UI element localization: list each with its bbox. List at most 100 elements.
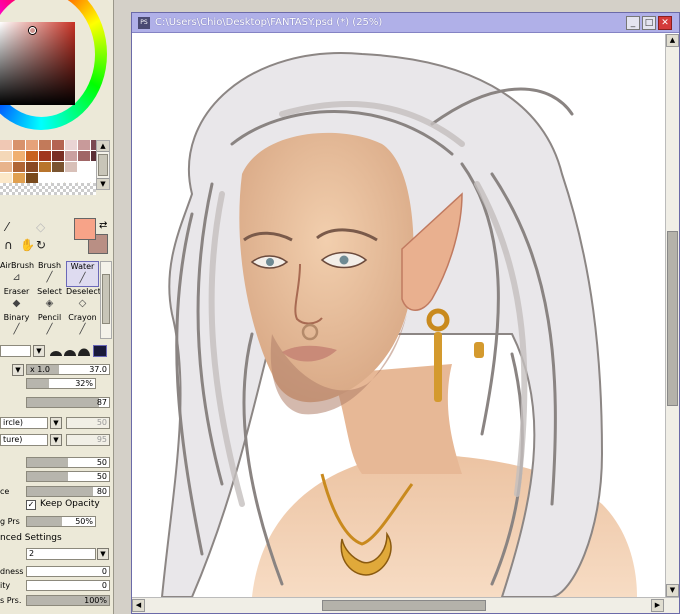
color-swatch[interactable] xyxy=(0,162,12,172)
scroll-up-icon[interactable]: ▲ xyxy=(666,34,679,47)
soft-edge-icon[interactable] xyxy=(78,348,90,356)
brush-tool-airbrush[interactable]: AirBrush ⊿ xyxy=(0,261,34,287)
brush-tool-binary[interactable]: Binary ╱ xyxy=(0,313,33,339)
color-swatch[interactable] xyxy=(78,140,90,150)
vertical-scroll-thumb[interactable] xyxy=(667,231,678,406)
square-edge-icon[interactable] xyxy=(93,345,107,357)
color-swatch[interactable] xyxy=(39,140,51,150)
brush-tool-crayon[interactable]: Crayon ╱ xyxy=(66,313,99,339)
density-value: 87 xyxy=(96,398,107,407)
brush-tool-water[interactable]: Water ╱ xyxy=(66,261,99,287)
color-swatch[interactable] xyxy=(26,162,38,172)
color-swatch[interactable] xyxy=(78,151,90,161)
color-swatch[interactable] xyxy=(26,173,38,183)
maximize-icon[interactable]: □ xyxy=(642,16,656,30)
scroll-left-icon[interactable]: ◀ xyxy=(132,599,145,612)
drawing-canvas[interactable] xyxy=(132,34,665,597)
brush-tool-eraser[interactable]: Eraser ◆ xyxy=(0,287,33,313)
color-swatch[interactable] xyxy=(52,151,64,161)
color-swatch[interactable] xyxy=(39,162,51,172)
brush-tool-pencil[interactable]: Pencil ╱ xyxy=(33,313,66,339)
scroll-right-icon[interactable]: ▶ xyxy=(651,599,664,612)
lasso-icon[interactable]: ∩ xyxy=(4,238,13,252)
hand-icon[interactable]: ✋ xyxy=(20,238,35,252)
foreground-color[interactable] xyxy=(74,218,96,240)
minimize-icon[interactable]: _ xyxy=(626,16,640,30)
color-swatch[interactable] xyxy=(0,151,12,161)
color-swatch[interactable] xyxy=(65,173,77,183)
dropdown-icon[interactable]: ▼ xyxy=(33,345,45,357)
color-swatch[interactable] xyxy=(13,162,25,172)
scroll-down-icon[interactable]: ▼ xyxy=(97,178,109,189)
texture-dropdown[interactable]: ture) xyxy=(0,434,48,446)
brush-tool-select[interactable]: Select ◈ xyxy=(33,287,66,313)
dropdown-icon[interactable]: ▼ xyxy=(50,434,62,446)
scroll-thumb[interactable] xyxy=(102,274,110,324)
crayon-icon: ╱ xyxy=(79,324,86,335)
rotate-icon[interactable]: ↻ xyxy=(36,238,46,252)
horizontal-scrollbar[interactable]: ◀ ▶ xyxy=(132,597,679,613)
saturation-value-square[interactable] xyxy=(0,22,75,105)
color-swatch[interactable] xyxy=(26,140,38,150)
brush-shape-dropdown[interactable]: ircle) xyxy=(0,417,48,429)
brush-tool-label: Pencil xyxy=(37,313,62,322)
quality-dropdown[interactable]: 2 xyxy=(26,548,96,560)
close-icon[interactable]: ✕ xyxy=(658,16,672,30)
brush-scrollbar[interactable] xyxy=(100,261,112,339)
keep-opacity-checkbox[interactable]: ✓ xyxy=(26,500,36,510)
color-swatch[interactable] xyxy=(39,173,51,183)
color-swatch[interactable] xyxy=(52,140,64,150)
color-swatch[interactable] xyxy=(65,140,77,150)
medium-edge-icon[interactable] xyxy=(64,350,76,356)
vertical-scrollbar[interactable]: ▲ ▼ xyxy=(665,34,679,597)
color-swatch[interactable] xyxy=(13,173,25,183)
density-slider[interactable]: 87 xyxy=(26,397,110,408)
brush-tool-label: Brush xyxy=(37,261,62,270)
color-picker-handle[interactable] xyxy=(29,27,36,34)
min-size-slider[interactable]: 32% xyxy=(26,378,96,389)
color-swatch[interactable] xyxy=(39,151,51,161)
brush-grid: AirBrush ⊿ Brush ╱ Water ╱ Eraser ◆ Select ◈ Desel… xyxy=(0,261,101,339)
swatch-scrollbar[interactable]: ▲ ▼ xyxy=(96,140,110,190)
color-swatch[interactable] xyxy=(78,162,90,172)
brush-size-slider[interactable]: x 1.0 37.0 xyxy=(26,364,110,375)
blend-mode-field[interactable] xyxy=(0,345,31,357)
size-prs-slider[interactable]: 100% xyxy=(26,595,110,606)
blending-prs-slider[interactable]: 50% xyxy=(26,516,96,527)
swap-colors-icon[interactable]: ⇄ xyxy=(99,220,107,231)
horizontal-scroll-thumb[interactable] xyxy=(322,600,486,611)
persistence-slider[interactable]: 80 xyxy=(26,486,110,497)
size-multiplier-dropdown[interactable]: ▼ xyxy=(12,364,24,376)
blur-icon[interactable]: ◇ xyxy=(36,220,45,234)
hard-edge-icon[interactable] xyxy=(50,351,62,356)
scroll-thumb[interactable] xyxy=(98,154,108,176)
keep-opacity-label: Keep Opacity xyxy=(40,499,100,509)
color-swatch[interactable] xyxy=(26,151,38,161)
blending-slider[interactable]: 50 xyxy=(26,457,110,468)
hardness-slider[interactable]: 0 xyxy=(26,566,110,577)
color-swatch[interactable] xyxy=(13,151,25,161)
app-window: ▲ ▼ ⁄ ◇ ∩ ✋ ↻ ⇄ AirBrush ⊿ Brush ╱ Water ╱ Era… xyxy=(0,0,680,614)
color-swatch[interactable] xyxy=(65,151,77,161)
size-prs-label: s Prs. xyxy=(0,596,22,605)
scroll-up-icon[interactable]: ▲ xyxy=(97,141,109,152)
color-swatch[interactable] xyxy=(65,162,77,172)
picker-icon[interactable]: ⁄ xyxy=(6,220,8,234)
color-swatch[interactable] xyxy=(0,140,12,150)
brush-tool-brush[interactable]: Brush ╱ xyxy=(33,261,66,287)
color-swatch[interactable] xyxy=(78,173,90,183)
texture-value: 95 xyxy=(66,434,110,446)
brush-tool-deselect[interactable]: Deselect ◇ xyxy=(66,287,101,313)
min-density-slider[interactable]: 0 xyxy=(26,580,110,591)
color-swatch[interactable] xyxy=(13,140,25,150)
document-title-bar[interactable]: PS C:\Users\Chio\Desktop\FANTASY.psd (*)… xyxy=(132,13,679,33)
scroll-down-icon[interactable]: ▼ xyxy=(666,584,679,597)
dilution-slider[interactable]: 50 xyxy=(26,471,110,482)
dropdown-icon[interactable]: ▼ xyxy=(50,417,62,429)
color-swatch[interactable] xyxy=(52,162,64,172)
color-swatch[interactable] xyxy=(0,173,12,183)
dropdown-icon[interactable]: ▼ xyxy=(97,548,109,560)
document-window: PS C:\Users\Chio\Desktop\FANTASY.psd (*)… xyxy=(131,12,680,614)
transparent-swatch[interactable] xyxy=(0,183,96,195)
color-swatch[interactable] xyxy=(52,173,64,183)
